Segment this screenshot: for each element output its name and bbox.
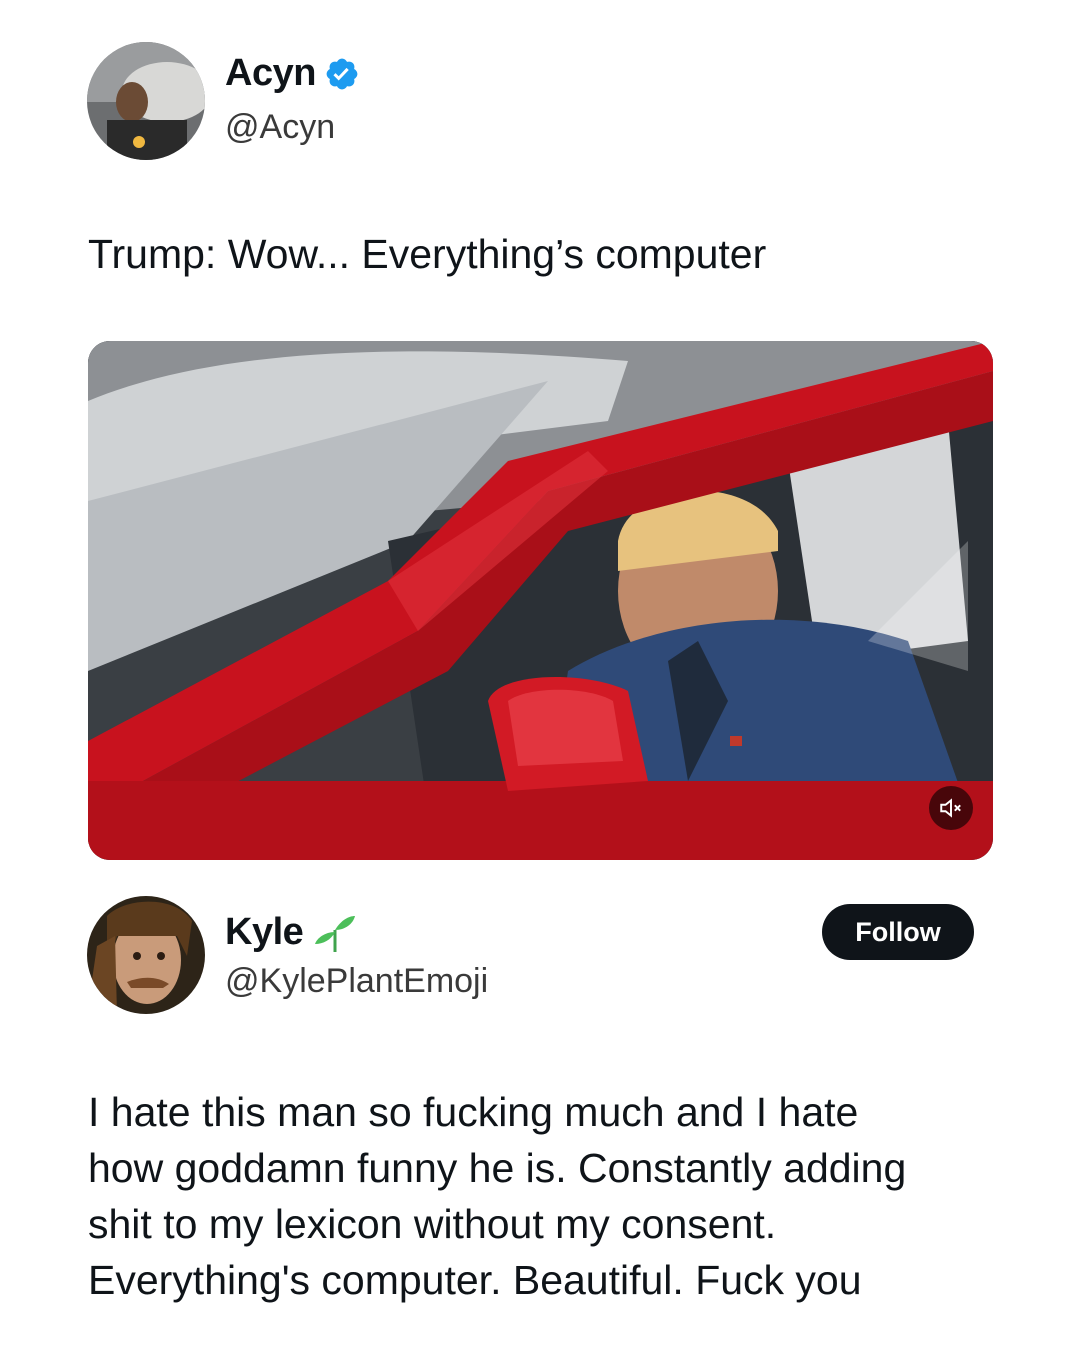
mute-button[interactable] <box>929 786 973 830</box>
tweet-text: Trump: Wow... Everything’s computer <box>88 231 767 277</box>
acyn-handle[interactable]: @Acyn <box>225 108 335 147</box>
follow-button[interactable]: Follow <box>822 904 974 960</box>
seedling-icon <box>313 910 357 954</box>
reply-text-line: how goddamn funny he is. Constantly addi… <box>88 1145 907 1191</box>
kyle-display-name[interactable]: Kyle <box>225 911 304 954</box>
reply-text-line: Everything's computer. Beautiful. Fuck y… <box>88 1257 862 1303</box>
speaker-muted-icon <box>938 795 964 821</box>
kyle-avatar-image <box>87 896 205 1014</box>
kyle-handle[interactable]: @KylePlantEmoji <box>225 962 488 1001</box>
acyn-avatar[interactable] <box>87 42 205 160</box>
acyn-avatar-image <box>87 42 205 160</box>
verified-badge-icon <box>324 56 360 92</box>
kyle-avatar[interactable] <box>87 896 205 1014</box>
tweet-video[interactable] <box>88 341 993 860</box>
kyle-name-row: Kyle <box>225 910 357 954</box>
acyn-display-name[interactable]: Acyn <box>225 52 316 95</box>
video-frame <box>88 341 993 860</box>
acyn-name-row: Acyn <box>225 52 360 95</box>
reply-text: I hate this man so fucking much and I ha… <box>88 1084 906 1308</box>
flag-pin <box>730 736 742 746</box>
reply-text-line: I hate this man so fucking much and I ha… <box>88 1089 859 1135</box>
reply-text-line: shit to my lexicon without my consent. <box>88 1201 777 1247</box>
